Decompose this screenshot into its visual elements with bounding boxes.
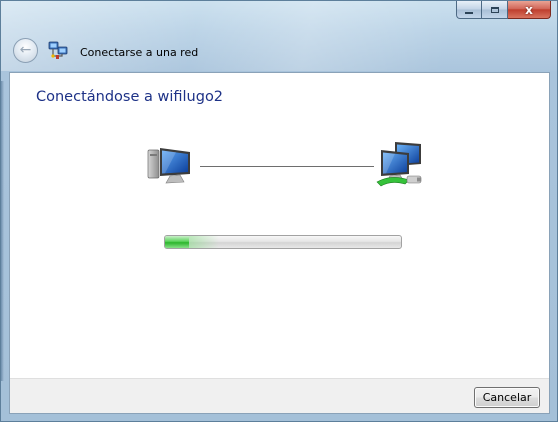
frame-edge xyxy=(1,81,4,381)
caption-buttons: x xyxy=(456,1,551,20)
network-computers-icon xyxy=(376,142,422,187)
maximize-icon xyxy=(490,6,499,13)
minimize-button[interactable] xyxy=(456,1,482,19)
cancel-button[interactable]: Cancelar xyxy=(474,387,540,408)
page-title: Conectándose a wifilugo2 xyxy=(36,89,224,105)
back-arrow-icon: ← xyxy=(19,42,32,58)
progress-bar-fill xyxy=(165,236,218,248)
window-title: Conectarse a una red xyxy=(80,46,199,59)
window-frame: x ← Conectarse a una red Conectándose a … xyxy=(0,0,558,422)
computer-icon xyxy=(147,148,190,184)
network-wizard-icon xyxy=(48,41,68,59)
content-area: Conectándose a wifilugo2 Cancelar xyxy=(9,72,550,414)
close-button[interactable]: x xyxy=(508,1,551,19)
footer-bar: Cancelar xyxy=(10,378,549,413)
connection-progress-bar xyxy=(164,235,402,249)
close-icon: x xyxy=(525,2,533,17)
maximize-button[interactable] xyxy=(482,1,508,19)
minimize-icon xyxy=(465,11,473,14)
back-button[interactable]: ← xyxy=(13,38,38,63)
connection-line xyxy=(200,166,374,167)
